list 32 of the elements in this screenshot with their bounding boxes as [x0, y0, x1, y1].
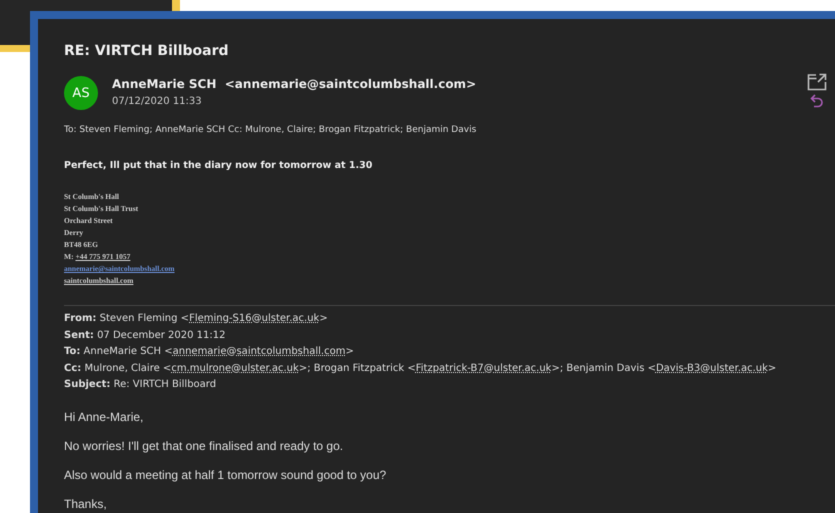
pop-out-icon[interactable]	[807, 73, 827, 91]
header-text: Re: VIRTCH Billboard	[112, 379, 216, 390]
email-subject: RE: VIRTCH Billboard	[64, 43, 230, 61]
email-link[interactable]: Davis-B3@ulster.ac.uk	[656, 362, 768, 374]
email-link[interactable]: Fitzpatrick-B7@ulster.ac.uk	[416, 362, 552, 374]
header-text: >	[319, 313, 328, 324]
header-text: >; Brogan Fitzpatrick <	[298, 362, 416, 374]
header-text: >	[345, 346, 354, 357]
header-label: Cc:	[64, 362, 82, 374]
email-link[interactable]: annemarie@saintcolumbshall.com	[172, 346, 346, 357]
header-label: Subject:	[64, 379, 110, 390]
sent-date: 07/12/2020 11:33	[112, 96, 203, 107]
reply-message: Perfect, Ill put that in the diary now for tomorrow at 1.30	[64, 160, 374, 171]
header-text: Steven Fleming <	[98, 313, 190, 324]
header-text: >	[768, 362, 776, 374]
email-link[interactable]: Fleming-S16@ulster.ac.uk	[189, 313, 320, 324]
email-link[interactable]: cm.mulrone@ulster.ac.uk	[171, 362, 299, 374]
header-text: Mulrone, Claire <	[83, 362, 172, 374]
header-label: To:	[64, 346, 80, 357]
message-paragraph: Also would a meeting at half 1 tomorrow sound good to you?	[64, 466, 388, 484]
reply-icon[interactable]	[810, 94, 824, 108]
header-text: >; Benjamin Davis <	[551, 362, 656, 374]
avatar: AS	[64, 76, 98, 110]
message-paragraph: No worries! I'll get that one finalised and ready to go.	[64, 438, 344, 454]
header-label: Sent:	[64, 330, 94, 340]
header-label: From:	[64, 313, 96, 324]
message-paragraph: Thanks,	[64, 496, 108, 512]
sender-name: AnneMarie SCH <annemarie@saintcolumbshall.com>	[112, 77, 478, 91]
recipients-line: To: Steven Fleming; AnneMarie SCH Cc: Mulrone, Claire; Brogan Fitzpatrick; Benjamin Davis	[64, 125, 478, 135]
message-paragraph: Hi Anne-Marie,	[64, 408, 144, 426]
header-text: 07 December 2020 11:12	[96, 330, 226, 340]
header-text: AnneMarie SCH <	[82, 346, 173, 357]
